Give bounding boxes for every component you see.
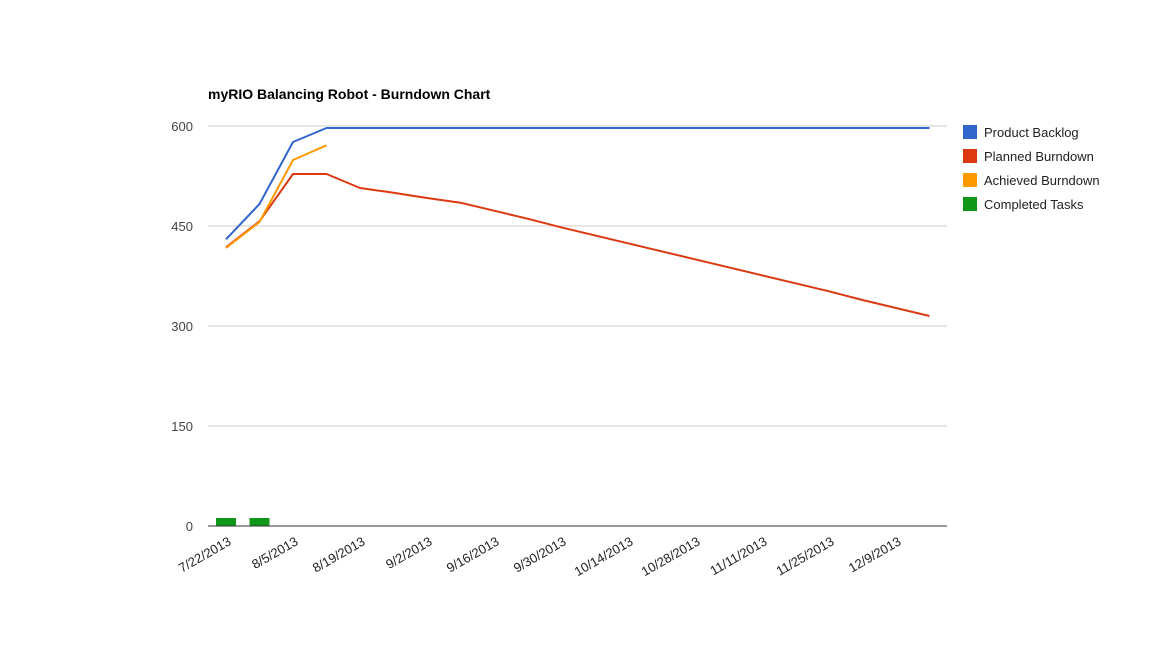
legend-label: Product Backlog: [984, 125, 1079, 140]
x-tick-label: 7/22/2013: [176, 534, 234, 576]
legend-swatch: [963, 197, 977, 211]
legend-swatch: [963, 149, 977, 163]
x-tick-label: 12/9/2013: [846, 534, 904, 576]
line-product-backlog: [225, 127, 930, 240]
bar-series: [216, 518, 270, 526]
legend-swatch: [963, 173, 977, 187]
x-tick-label: 9/30/2013: [511, 534, 569, 576]
y-axis-ticks: 0 150 300 450 600: [171, 119, 193, 534]
legend-label: Planned Burndown: [984, 149, 1094, 164]
y-tick-label: 300: [171, 319, 193, 334]
line-planned-burndown: [225, 173, 930, 317]
y-tick-label: 450: [171, 219, 193, 234]
x-axis-ticks: 7/22/2013 8/5/2013 8/19/2013 9/2/2013 9/16/2…: [176, 534, 904, 580]
y-tick-label: 600: [171, 119, 193, 134]
x-tick-label: 9/2/2013: [383, 534, 434, 572]
legend-label: Achieved Burndown: [984, 173, 1100, 188]
x-tick-label: 10/14/2013: [572, 534, 636, 580]
y-tick-label: 0: [186, 519, 193, 534]
legend: Product Backlog Planned Burndown Achieved …: [963, 125, 1100, 212]
line-series: [225, 127, 930, 317]
legend-label: Completed Tasks: [984, 197, 1084, 212]
bar-completed-tasks: [216, 518, 236, 526]
bar-completed-tasks: [249, 518, 270, 526]
x-tick-label: 8/19/2013: [310, 534, 368, 576]
y-tick-label: 150: [171, 419, 193, 434]
x-tick-label: 11/11/2013: [707, 534, 769, 579]
x-tick-label: 9/16/2013: [444, 534, 502, 576]
chart-title: myRIO Balancing Robot - Burndown Chart: [208, 86, 491, 102]
burndown-chart: myRIO Balancing Robot - Burndown Chart 0…: [171, 86, 1100, 580]
x-tick-label: 10/28/2013: [639, 534, 703, 580]
gridlines: [208, 125, 947, 427]
x-tick-label: 8/5/2013: [249, 534, 300, 572]
legend-swatch: [963, 125, 977, 139]
x-tick-label: 11/25/2013: [773, 534, 836, 579]
